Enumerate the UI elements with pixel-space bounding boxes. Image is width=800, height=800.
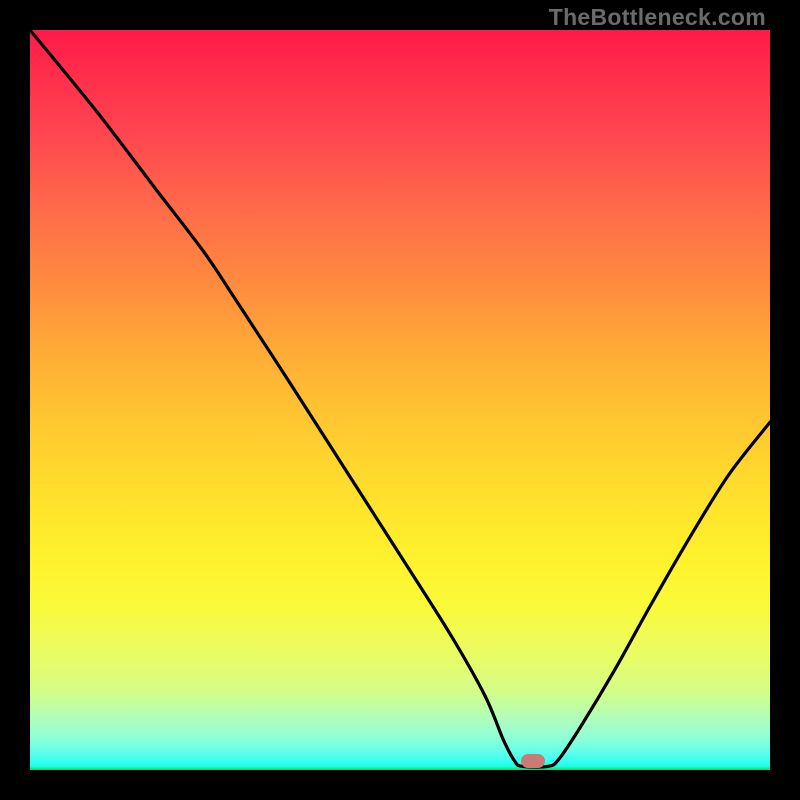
bottleneck-curve <box>30 30 770 770</box>
optimal-point-marker <box>521 754 545 768</box>
plot-area <box>30 30 770 770</box>
watermark-text: TheBottleneck.com <box>549 4 766 31</box>
chart-frame: TheBottleneck.com <box>0 0 800 800</box>
